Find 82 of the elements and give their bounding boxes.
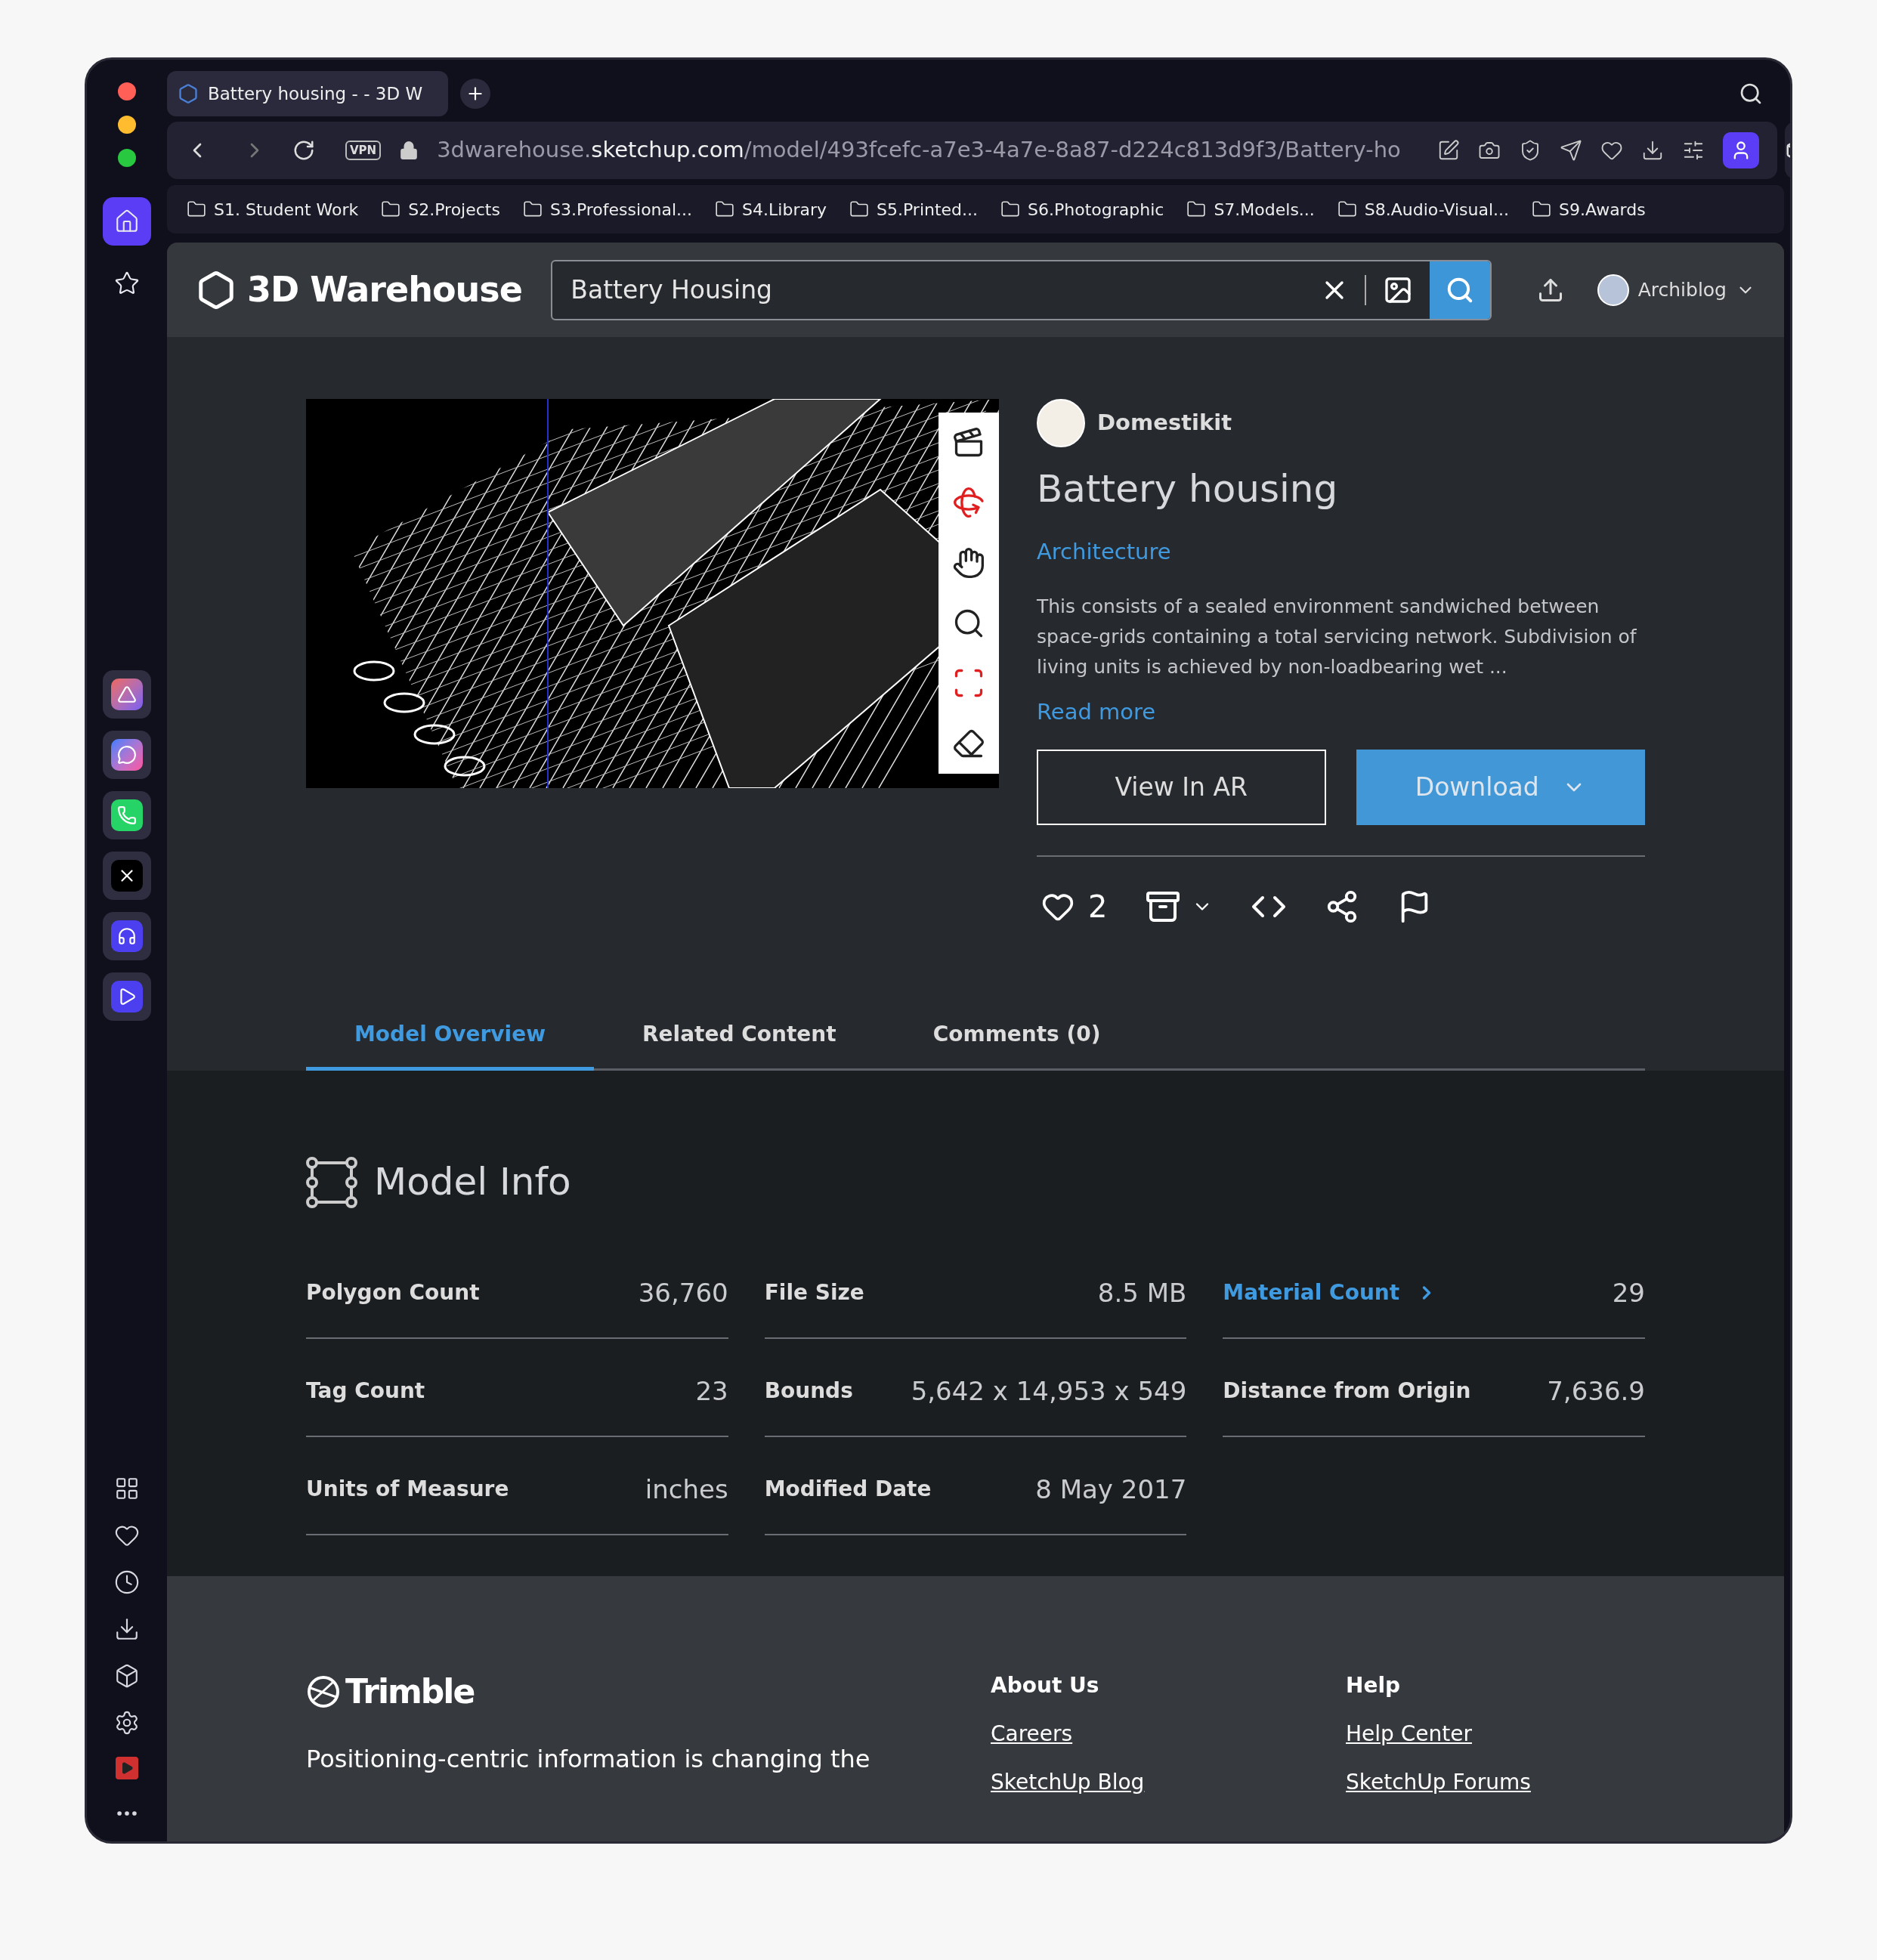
info-value: 8.5 MB [1097,1276,1187,1309]
trimble-globe-icon [306,1674,341,1709]
video-app-icon[interactable] [116,1757,138,1779]
new-tab-button[interactable] [460,79,490,109]
headphones-icon [117,926,137,946]
info-value: 36,760 [638,1276,728,1309]
author-avatar [1037,399,1085,447]
bookmark-folder[interactable]: S4.Library [715,196,827,222]
footer-heading: Help [1346,1672,1402,1699]
footer-link[interactable]: Careers [991,1718,1073,1750]
browser-tab[interactable]: Battery housing - - 3D W [167,71,448,116]
footer-link[interactable]: Help Center [1346,1718,1472,1750]
site-logo[interactable]: 3D Warehouse [247,264,522,316]
phone-bubble-icon [117,805,137,825]
orbit-icon[interactable] [952,486,985,520]
search-field[interactable]: Battery Housing [551,259,1492,320]
play-arrow-app-icon[interactable] [103,972,151,1021]
address-bar[interactable]: VPN 3dwarehouse.sketchup.com/model/493fcefc-a7e3-4a7e-8a87-d224c813d9f3/Battery-ho [167,122,1777,179]
brand-logo[interactable]: Trimble [345,1667,475,1717]
chat-bubble-icon [117,745,137,765]
bookmark-folder[interactable]: S5.Printed... [849,196,979,222]
page-tab[interactable]: Comments (0) [884,1019,1149,1071]
home-icon [114,209,140,234]
home-button[interactable] [103,197,151,246]
footer-heading: About Us [991,1672,1100,1699]
info-label: Bounds [764,1377,853,1405]
user-menu[interactable]: Archiblog [1597,274,1755,306]
search-icon[interactable] [1739,82,1763,106]
category-link[interactable]: Architecture [1037,536,1171,569]
info-label: Polygon Count [306,1279,480,1306]
footer-link[interactable]: SketchUp Blog [991,1767,1145,1798]
star-icon [114,271,140,296]
model-description: This consists of a sealed environment sandwiched between space-grids containing a total servicing network. Subdivision of living units is achieved by non-loadbearing wet ... [1037,594,1637,679]
author-name[interactable]: Domestikit [1097,407,1232,440]
footer-link[interactable]: SketchUp Forums [1346,1767,1531,1798]
triangle-app-icon[interactable] [103,670,151,719]
bookmark-folder[interactable]: S6.Photographic [1000,196,1164,222]
info-label-link[interactable]: Material Count [1223,1277,1438,1309]
info-label: Units of Measure [306,1476,509,1503]
model-title: Battery housing [1037,466,1339,512]
clock-icon[interactable] [114,1569,140,1595]
info-value: 23 [695,1374,728,1408]
bookmark-folder[interactable]: S2.Projects [381,196,500,222]
info-value: 8 May 2017 [1035,1473,1187,1506]
info-label: File Size [764,1279,864,1306]
vpn-badge[interactable]: VPN [345,140,382,161]
info-label: Modified Date [764,1476,932,1503]
footer-tagline: Positioning-centric information is changing the [306,1744,871,1775]
read-more-link[interactable]: Read more [1037,695,1156,728]
hexagon-icon [178,83,199,104]
headphones-app-icon[interactable] [103,912,151,960]
download-icon[interactable] [114,1616,140,1642]
phone-bubble-app-icon[interactable] [103,791,151,839]
bookmark-folder[interactable]: S1. Student Work [187,196,359,222]
page-tab[interactable]: Related Content [594,1019,885,1071]
reload-icon[interactable] [292,139,315,162]
profile-button[interactable] [1722,132,1759,168]
bounding-box-icon [306,1156,357,1208]
like-button[interactable]: 2 [1041,884,1108,929]
x-mark-app-icon[interactable] [103,852,151,900]
search-button[interactable] [1429,261,1490,319]
grid-icon[interactable] [114,1476,140,1501]
info-value: 7,636.9 [1547,1374,1645,1408]
send-icon[interactable] [1559,139,1582,162]
info-value: inches [645,1473,728,1506]
settings-icon[interactable] [114,1710,140,1736]
info-value: 5,642 x 14,953 x 549 [911,1374,1187,1408]
url-text[interactable]: 3dwarehouse.sketchup.com/model/493fcefc-a7e3-4a7e-8a87-d224c813d9f3/Battery-ho [437,134,1401,167]
triangle-icon [117,685,137,704]
bookmark-folder[interactable]: S7.Models... [1186,196,1315,222]
section-title: Model Info [374,1159,571,1205]
bookmark-folder[interactable]: S3.Professional... [522,196,693,222]
hand-icon[interactable] [952,546,985,580]
info-value: 29 [1612,1276,1645,1309]
chat-bubble-app-icon[interactable] [103,731,151,779]
view-in-ar-button[interactable]: View In AR [1037,750,1326,825]
bookmark-folder[interactable]: S9.Awards [1532,196,1646,222]
lock-icon [399,141,419,160]
bookmark-folder[interactable]: S8.Audio-Visual... [1337,196,1510,222]
info-label: Tag Count [306,1377,425,1405]
search-input[interactable]: Battery Housing [552,261,1304,319]
info-label: Distance from Origin [1223,1377,1471,1405]
